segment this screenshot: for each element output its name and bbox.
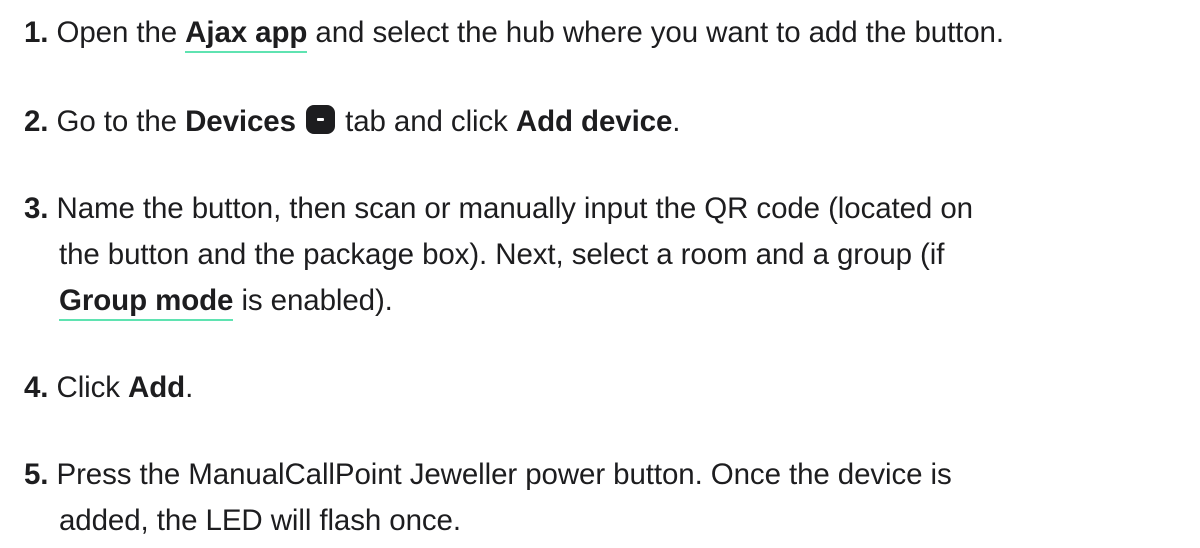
step-4: 4. Click Add. xyxy=(24,365,1184,411)
step-number: 4. xyxy=(24,371,49,404)
devices-label: Devices xyxy=(185,105,296,138)
step-text-line-2: the button and the package box). Next, s… xyxy=(59,238,945,271)
step-text: tab and click xyxy=(337,105,516,138)
step-2: 2. Go to the Devices tab and click Add d… xyxy=(24,99,1184,145)
step-text: and select the hub where you want to add… xyxy=(307,16,1004,49)
add-label: Add xyxy=(128,371,186,404)
step-1: 1. Open the Ajax app and select the hub … xyxy=(24,10,1184,56)
step-number: 2. xyxy=(24,105,49,138)
step-text: Go to the xyxy=(48,105,186,138)
step-text: Open the xyxy=(48,16,186,49)
devices-icon xyxy=(306,105,336,134)
step-number: 5. xyxy=(24,458,49,491)
step-text: Click xyxy=(48,371,129,404)
step-number: 3. xyxy=(24,192,49,225)
step-3: 3. Name the button, then scan or manuall… xyxy=(24,186,1184,324)
step-text: Press the ManualCallPoint Jeweller power… xyxy=(48,458,952,491)
step-text: . xyxy=(185,371,194,404)
step-text-line-3: Group mode is enabled). xyxy=(24,278,1184,324)
step-number: 1. xyxy=(24,16,49,49)
step-text: . xyxy=(672,105,681,138)
step-5: 5. Press the ManualCallPoint Jeweller po… xyxy=(24,452,1184,544)
step-text: Name the button, then scan or manually i… xyxy=(48,192,974,225)
ajax-app-link[interactable]: Ajax app xyxy=(185,16,307,53)
step-text-line-2: added, the LED will flash once. xyxy=(59,504,461,537)
group-mode-link[interactable]: Group mode xyxy=(59,284,233,321)
step-text: is enabled). xyxy=(233,284,393,317)
add-device-label: Add device xyxy=(515,105,673,138)
